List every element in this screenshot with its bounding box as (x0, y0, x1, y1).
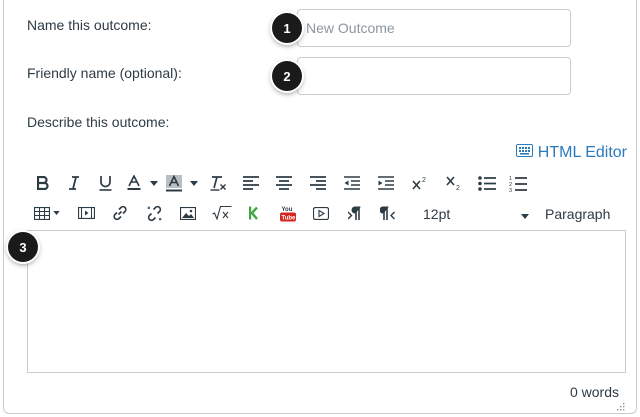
link-icon[interactable] (103, 200, 137, 226)
text-color-icon[interactable] (122, 170, 146, 196)
toolbar-row-1: 2 2 123 (28, 170, 533, 196)
align-center-icon[interactable] (267, 170, 301, 196)
word-count: 0 words (569, 384, 619, 400)
subscript-icon[interactable]: 2 (437, 170, 471, 196)
bold-icon[interactable] (28, 170, 58, 196)
indent-icon[interactable] (369, 170, 403, 196)
numbered-list-icon[interactable]: 123 (503, 170, 533, 196)
background-color-icon[interactable] (162, 170, 186, 196)
font-size-select[interactable]: 12pt (423, 203, 529, 225)
superscript-icon[interactable]: 2 (403, 170, 437, 196)
image-icon[interactable] (171, 200, 205, 226)
callout-2: 2 (272, 61, 302, 91)
text-color-dropdown-icon[interactable] (146, 170, 162, 196)
svg-text:Tube: Tube (281, 215, 296, 221)
font-size-value: 12pt (423, 206, 451, 222)
block-format-value: Paragraph (545, 206, 611, 222)
keyboard-icon (515, 144, 533, 162)
svg-text:You: You (281, 207, 292, 213)
svg-text:3: 3 (509, 188, 512, 192)
ltr-icon[interactable] (338, 200, 371, 226)
rtl-icon[interactable] (371, 200, 404, 226)
friendly-name-label: Friendly name (optional): (27, 65, 182, 81)
bulleted-list-icon[interactable] (471, 170, 503, 196)
font-size-dropdown-icon (521, 206, 529, 222)
align-left-icon[interactable] (234, 170, 267, 196)
svg-text:2: 2 (456, 185, 460, 191)
callout-3: 3 (8, 232, 38, 262)
table-dropdown-icon (53, 211, 60, 215)
video-icon[interactable] (304, 200, 338, 226)
kaltura-icon[interactable] (238, 200, 271, 226)
resize-handle-icon[interactable] (616, 398, 625, 416)
underline-icon[interactable] (89, 170, 122, 196)
clear-formatting-icon[interactable] (202, 170, 234, 196)
name-outcome-label: Name this outcome: (27, 17, 152, 33)
describe-outcome-label: Describe this outcome: (27, 114, 170, 130)
html-editor-label: HTML Editor (537, 144, 627, 161)
outdent-icon[interactable] (335, 170, 369, 196)
youtube-icon[interactable]: You Tube (271, 200, 304, 226)
media-icon[interactable] (70, 200, 103, 226)
callout-1: 1 (272, 13, 302, 43)
italic-icon[interactable] (58, 170, 89, 196)
name-outcome-input[interactable] (297, 9, 571, 47)
equation-icon[interactable] (205, 200, 238, 226)
background-color-dropdown-icon[interactable] (186, 170, 202, 196)
friendly-name-input[interactable] (297, 57, 571, 95)
align-right-icon[interactable] (301, 170, 335, 196)
block-format-select[interactable]: Paragraph (545, 203, 625, 225)
svg-text:2: 2 (422, 177, 426, 184)
unlink-icon[interactable] (137, 200, 171, 226)
toolbar-row-2: You Tube (28, 200, 404, 226)
html-editor-link[interactable]: HTML Editor (515, 144, 627, 162)
description-editor[interactable] (27, 230, 626, 373)
table-icon[interactable] (28, 200, 70, 226)
